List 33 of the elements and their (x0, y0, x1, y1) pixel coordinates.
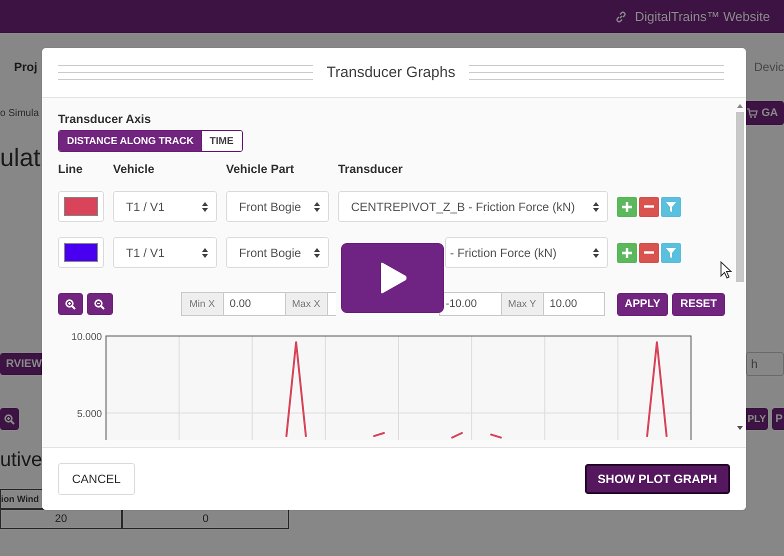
cancel-button[interactable]: CANCEL (58, 463, 135, 495)
search-field[interactable]: h (746, 352, 784, 376)
range-field[interactable]: 10.00 (542, 292, 605, 316)
vehicle-select[interactable]: T1 / V1 (113, 237, 217, 268)
website-link[interactable]: DigitalTrains™ Website (634, 9, 770, 24)
column-label: Vehicle Part (226, 162, 296, 176)
range-button[interactable]: APPLY (616, 292, 668, 316)
nav-link[interactable]: Proj (14, 60, 38, 74)
axis-label: 10.000 (71, 332, 102, 343)
show-graph-button[interactable]: SHOW PLOT GRAPH (584, 464, 730, 494)
range-label: Max Y (500, 292, 543, 316)
vehicle-select[interactable]: T1 / V1 (113, 191, 217, 222)
column-label: Line (58, 162, 84, 176)
column-label: Transducer (338, 162, 404, 176)
range-button[interactable]: RESET (672, 292, 725, 316)
transducer-select[interactable]: - Friction Force (kN) (445, 237, 608, 268)
axis-label: Transducer Axis (58, 112, 152, 126)
column-label: Vehicle (113, 162, 156, 176)
axis-toggle[interactable]: DISTANCE ALONG TRACK (59, 131, 202, 151)
part-select[interactable]: Front Bogie (226, 191, 329, 222)
axis-toggle[interactable]: TIME (202, 131, 242, 151)
range-label: Max X (284, 292, 327, 316)
range-field[interactable]: -10.00 (438, 292, 501, 316)
next-button[interactable]: P (772, 408, 784, 430)
range-field[interactable]: 0.00 (222, 292, 285, 316)
breadcrumb: o Simula (0, 108, 39, 118)
transducer-select[interactable]: CENTREPIVOT_Z_B - Friction Force (kN) (338, 191, 608, 222)
axis-label: 5.000 (76, 409, 102, 420)
range-label: Min X (180, 292, 223, 316)
page-heading: ulat (0, 144, 40, 172)
section-heading: utive (0, 448, 42, 472)
part-select[interactable]: Front Bogie (226, 237, 329, 268)
dialog-title: Transducer Graphs (326, 64, 456, 81)
